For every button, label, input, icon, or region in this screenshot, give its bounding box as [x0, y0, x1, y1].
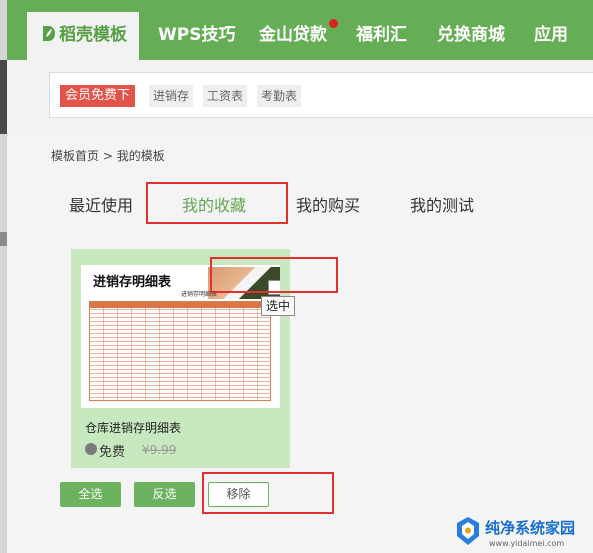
nav-tab-wps-tips[interactable]: WPS技巧 — [158, 12, 235, 60]
nav-tab-label: 福利汇 — [356, 25, 407, 45]
thumbnail-title: 进销存明细表 — [93, 275, 172, 290]
docer-logo-icon — [43, 26, 55, 41]
invert-selection-button[interactable]: 反选 — [134, 482, 195, 507]
breadcrumb-separator: > — [102, 149, 113, 163]
nav-tab-loan[interactable]: 金山贷款 — [259, 12, 327, 60]
nav-tab-label: 兑换商城 — [437, 25, 505, 45]
app-window: 稻壳模板 WPS技巧 金山贷款 福利汇 兑换商城 应用 会员免费下 进销存 工资… — [7, 0, 593, 553]
nav-tab-welfare[interactable]: 福利汇 — [356, 12, 407, 60]
nav-tab-apps[interactable]: 应用 — [534, 12, 568, 60]
watermark-title: 纯净系统家园 — [485, 519, 576, 537]
tag-bar: 会员免费下 进销存 工资表 考勤表 — [7, 60, 593, 134]
edge-dark-block — [0, 232, 7, 246]
nav-tab-docer[interactable]: 稻壳模板 — [27, 12, 139, 60]
nav-tab-label: 稻壳模板 — [59, 25, 127, 45]
highlight-remove-button — [202, 472, 334, 514]
breadcrumb: 模板首页 > 我的模板 — [51, 147, 165, 164]
tab-tests[interactable]: 我的测试 — [410, 192, 474, 216]
highlight-favorites-tab — [146, 182, 288, 224]
highlight-checkbox — [210, 257, 338, 293]
select-tooltip: 选中 — [261, 296, 296, 316]
breadcrumb-current: 我的模板 — [116, 149, 165, 163]
price-label: 免费 — [99, 445, 126, 460]
breadcrumb-home[interactable]: 模板首页 — [51, 149, 99, 163]
watermark-logo-icon — [457, 517, 479, 545]
tag-item[interactable]: 进销存 — [149, 85, 194, 107]
select-all-button[interactable]: 全选 — [60, 482, 121, 507]
tab-purchased[interactable]: 我的购买 — [296, 192, 360, 216]
nav-tab-label: 应用 — [534, 25, 568, 45]
nav-tab-exchange[interactable]: 兑换商城 — [437, 12, 505, 60]
original-price: ¥9.99 — [142, 443, 177, 457]
edge-dark-block — [0, 60, 7, 134]
free-badge-icon — [85, 443, 97, 455]
nav-tab-label: WPS技巧 — [158, 25, 236, 45]
nav-tab-label: 金山贷款 — [259, 25, 327, 45]
tag-search-box[interactable]: 会员免费下 进销存 工资表 考勤表 — [49, 72, 593, 118]
vip-free-tag[interactable]: 会员免费下 — [60, 85, 136, 107]
notification-dot — [329, 19, 338, 28]
tab-recent[interactable]: 最近使用 — [69, 192, 133, 216]
template-name[interactable]: 仓库进销存明细表 — [85, 419, 181, 436]
watermark-url: www.yidaimei.com — [489, 539, 565, 548]
thumbnail-spreadsheet — [89, 301, 271, 401]
left-edge — [0, 0, 7, 553]
thumbnail-sheet-header — [90, 302, 270, 308]
tag-item[interactable]: 考勤表 — [257, 85, 302, 107]
tag-item[interactable]: 工资表 — [203, 85, 248, 107]
site-watermark: 纯净系统家园 www.yidaimei.com — [455, 514, 593, 553]
top-nav: 稻壳模板 WPS技巧 金山贷款 福利汇 兑换商城 应用 — [7, 0, 593, 60]
